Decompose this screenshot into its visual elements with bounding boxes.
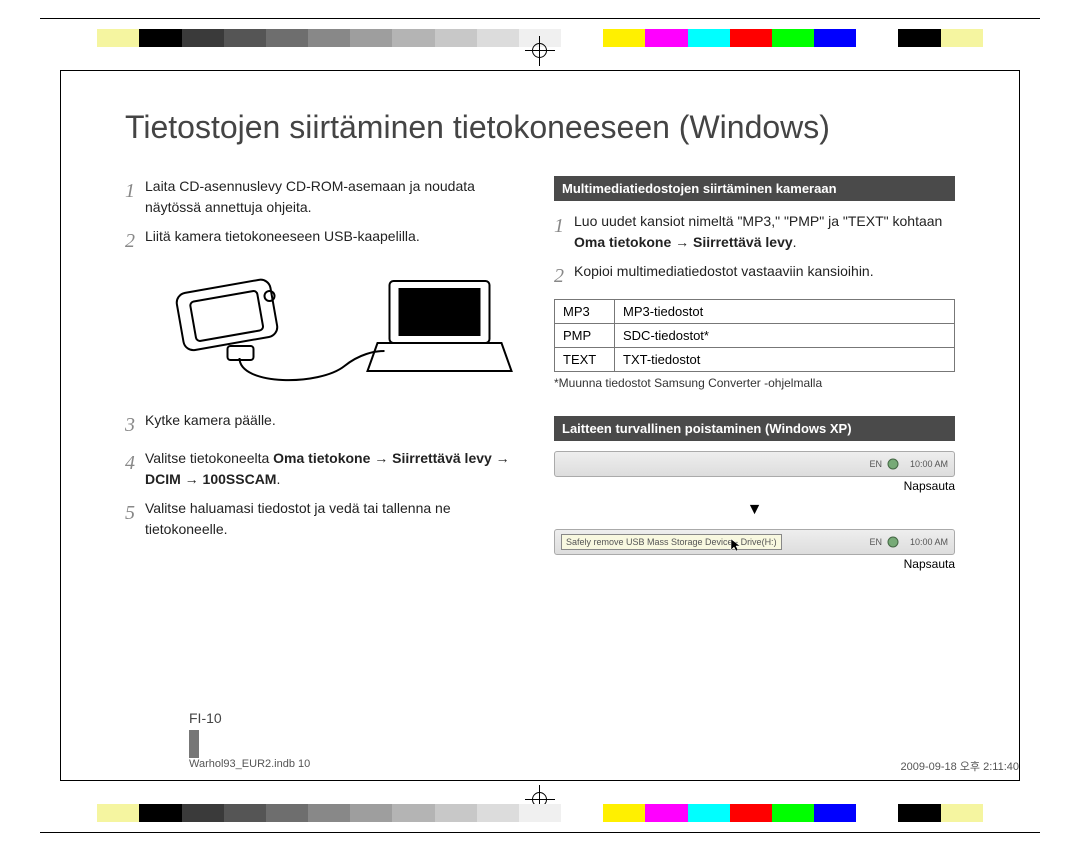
taskbar-screenshot: Safely remove USB Mass Storage Device - … — [554, 529, 955, 555]
registration-mark — [525, 36, 555, 66]
tray-language: EN — [869, 537, 882, 547]
step-number: 3 — [125, 410, 145, 440]
step-text: Laita CD-asennuslevy CD-ROM-asemaan ja n… — [145, 176, 526, 218]
section-heading: Multimediatiedostojen siirtäminen kamera… — [554, 176, 955, 201]
safely-remove-icon — [886, 535, 900, 549]
camera-laptop-illustration — [153, 266, 526, 396]
step-text: Valitse haluamasi tiedostot ja vedä tai … — [145, 498, 526, 540]
step-text: Valitse tietokoneelta Oma tietokone → Si… — [145, 448, 526, 490]
safely-remove-popup: Safely remove USB Mass Storage Device - … — [561, 534, 782, 550]
file-metadata: Warhol93_EUR2.indb 10 2009-09-18 오후 2:11… — [125, 758, 1080, 774]
step-text: Luo uudet kansiot nimeltä "MP3," "PMP" j… — [574, 211, 955, 253]
file-name: Warhol93_EUR2.indb 10 — [189, 758, 310, 774]
left-column: 1 Laita CD-asennuslevy CD-ROM-asemaan ja… — [125, 176, 526, 579]
cursor-icon — [730, 538, 744, 552]
safely-remove-icon — [886, 457, 900, 471]
crop-marks-bottom — [0, 804, 1080, 851]
page-title: Tietostojen siirtäminen tietokoneeseen (… — [125, 109, 955, 146]
arrow-down-icon: ▼ — [554, 501, 955, 519]
file-type-table: MP3MP3-tiedostot PMPSDC-tiedostot* TEXTT… — [554, 299, 955, 372]
step-text: Kopioi multimediatiedostot vastaaviin ka… — [574, 261, 955, 291]
color-calibration-bar — [55, 804, 1025, 822]
table-footnote: *Muunna tiedostot Samsung Converter -ohj… — [554, 376, 955, 390]
table-row: TEXTTXT-tiedostot — [555, 348, 955, 372]
page-number: FI-10 — [189, 710, 222, 758]
step-number: 2 — [554, 261, 574, 291]
step-number: 2 — [125, 226, 145, 256]
taskbar-clock: 10:00 AM — [910, 537, 948, 547]
step-number: 1 — [554, 211, 574, 253]
taskbar-clock: 10:00 AM — [910, 459, 948, 469]
table-row: MP3MP3-tiedostot — [555, 300, 955, 324]
step-number: 4 — [125, 448, 145, 490]
step-number: 1 — [125, 176, 145, 218]
tray-language: EN — [869, 459, 882, 469]
step-number: 5 — [125, 498, 145, 540]
click-caption: Napsauta — [554, 557, 955, 571]
step-text: Kytke kamera päälle. — [145, 410, 526, 440]
table-row: PMPSDC-tiedostot* — [555, 324, 955, 348]
section-heading: Laitteen turvallinen poistaminen (Window… — [554, 416, 955, 441]
taskbar-screenshot: EN 10:00 AM — [554, 451, 955, 477]
file-timestamp: 2009-09-18 오후 2:11:40 — [900, 758, 1019, 774]
page-content: Tietostojen siirtäminen tietokoneeseen (… — [60, 70, 1020, 781]
step-text: Liitä kamera tietokoneeseen USB-kaapelil… — [145, 226, 526, 256]
click-caption: Napsauta — [554, 479, 955, 493]
right-column: Multimediatiedostojen siirtäminen kamera… — [554, 176, 955, 579]
